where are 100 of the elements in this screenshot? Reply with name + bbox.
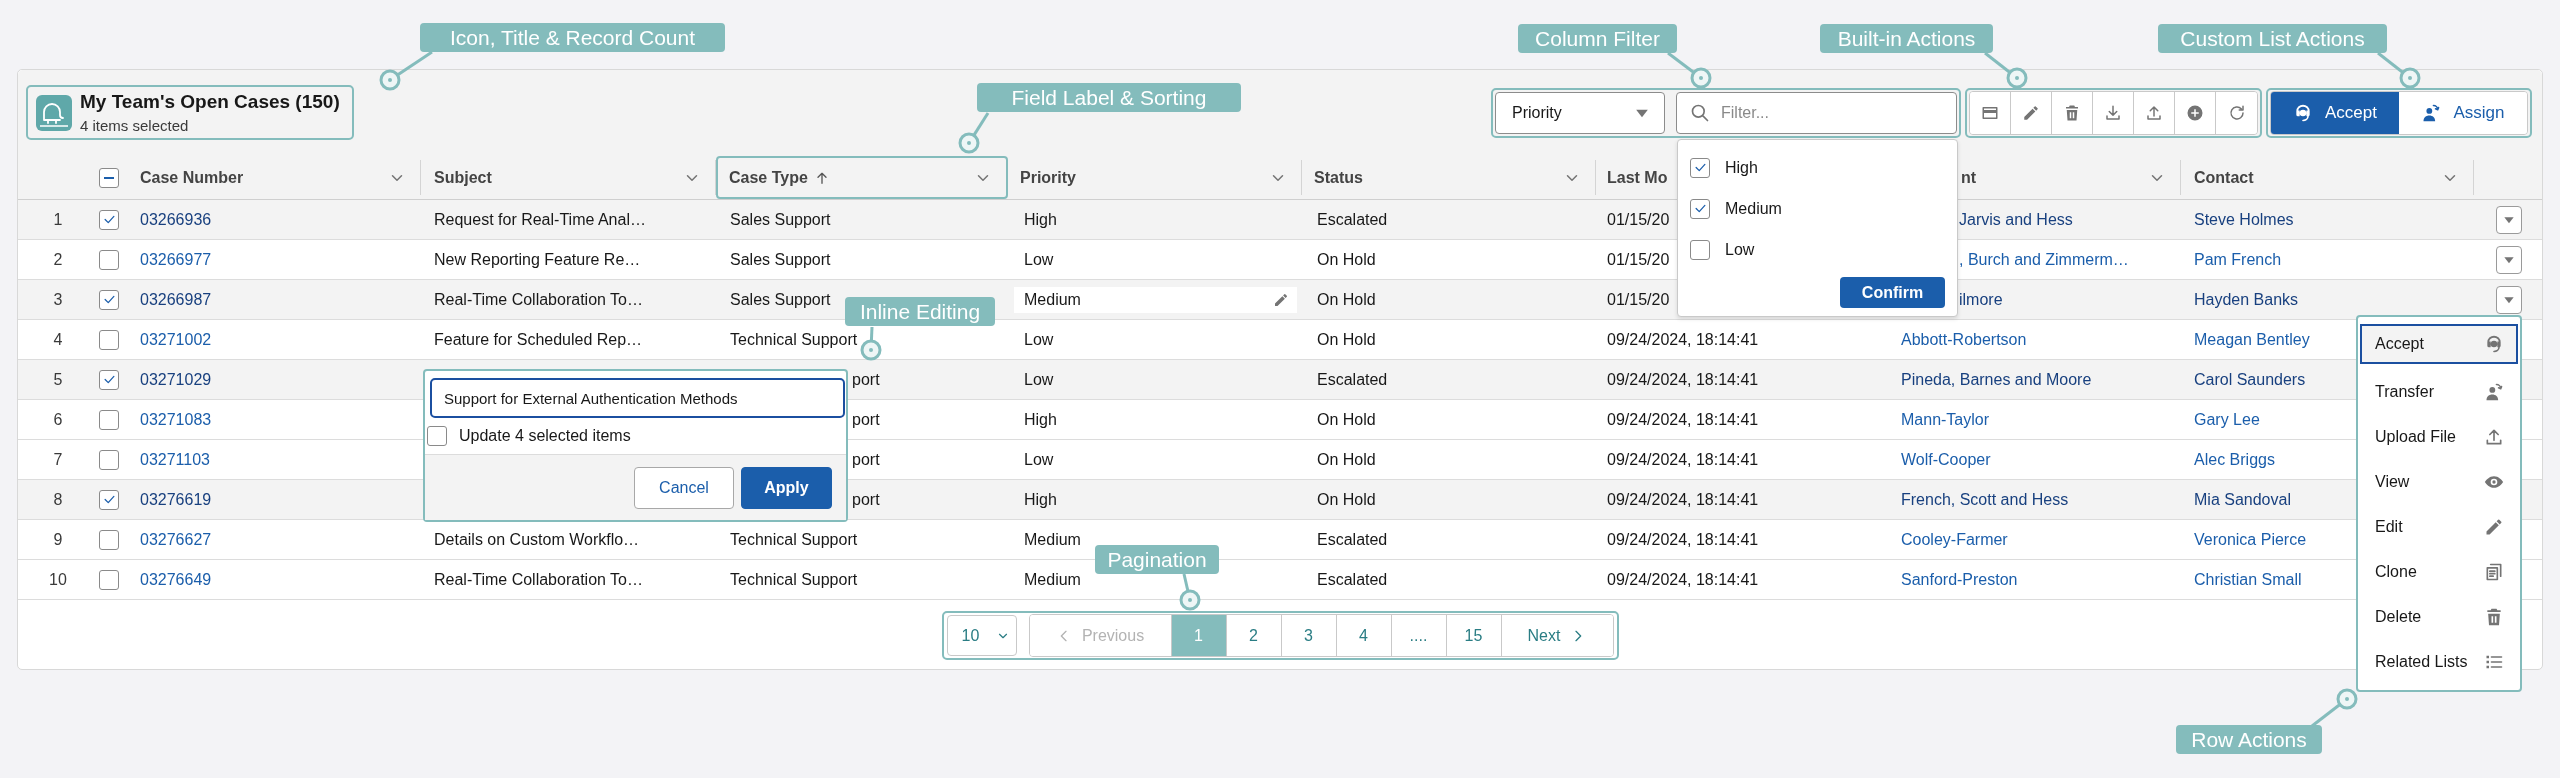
account-link[interactable]: Pineda, Barnes and Moore xyxy=(1901,370,2092,389)
contact-link[interactable]: Alec Briggs xyxy=(2194,450,2275,469)
confirm-button[interactable]: Confirm xyxy=(1840,277,1945,308)
column-header[interactable]: Priority xyxy=(1020,168,1076,187)
popover-button[interactable]: Apply xyxy=(741,466,832,509)
account-link[interactable]: , Burch and Zimmerm… xyxy=(1959,250,2129,269)
row-checkbox[interactable] xyxy=(99,489,119,510)
icon-button[interactable] xyxy=(2093,92,2134,134)
row-checkbox[interactable] xyxy=(99,449,119,470)
menu-item[interactable]: Related Lists xyxy=(2360,639,2518,684)
table-cell: New Reporting Feature Re… xyxy=(434,250,641,269)
account-link[interactable]: French, Scott and Hess xyxy=(1901,490,2069,509)
case-number-link[interactable]: 03271029 xyxy=(140,370,212,389)
list-action-button[interactable]: Assign xyxy=(2399,92,2527,134)
row-checkbox[interactable] xyxy=(99,249,119,270)
row-checkbox[interactable] xyxy=(99,209,119,230)
case-number-link[interactable]: 03276627 xyxy=(140,530,212,549)
editable-cell[interactable]: Medium xyxy=(1014,286,1297,313)
row-number: 4 xyxy=(53,330,63,349)
page-size-select[interactable]: 10 xyxy=(946,615,1017,656)
case-number-link[interactable]: 03266936 xyxy=(140,210,212,229)
case-number-link[interactable]: 03266977 xyxy=(140,250,212,269)
icon-button[interactable] xyxy=(2052,92,2093,134)
column-header[interactable]: Last Mo xyxy=(1607,168,1668,187)
table-cell: 01/15/20 xyxy=(1607,210,1670,229)
icon-button[interactable] xyxy=(2216,92,2257,134)
download-icon xyxy=(2104,104,2122,122)
menu-item[interactable]: Edit xyxy=(2360,504,2518,549)
callout-label: Built-in Actions xyxy=(1820,24,1993,53)
contact-link[interactable]: Veronica Pierce xyxy=(2194,530,2307,549)
column-header[interactable]: Status xyxy=(1314,168,1363,187)
account-link[interactable]: Jarvis and Hess xyxy=(1959,210,2073,229)
column-header[interactable]: Subject xyxy=(434,168,492,187)
account-link[interactable]: ilmore xyxy=(1959,290,2003,309)
option-checkbox[interactable] xyxy=(1690,239,1710,260)
icon-button[interactable] xyxy=(2134,92,2175,134)
checkbox-label[interactable]: Update 4 selected items xyxy=(459,427,631,445)
icon-button[interactable] xyxy=(2011,92,2052,134)
table-cell: On Hold xyxy=(1317,490,1376,509)
option-label[interactable]: High xyxy=(1725,158,1758,177)
menu-item[interactable]: Upload File xyxy=(2360,414,2518,459)
menu-item[interactable]: View xyxy=(2360,459,2518,504)
case-number-link[interactable]: 03276619 xyxy=(140,490,212,509)
table-cell: 01/15/20 xyxy=(1607,290,1670,309)
list-action-button[interactable]: Accept xyxy=(2271,92,2399,134)
row-action-button[interactable] xyxy=(2496,205,2522,234)
contact-link[interactable]: Hayden Banks xyxy=(2194,290,2299,309)
table-cell: Technical Support xyxy=(730,330,858,349)
contact-link[interactable]: Gary Lee xyxy=(2194,410,2260,429)
column-header[interactable]: nt xyxy=(1961,168,1977,187)
row-action-button[interactable] xyxy=(2496,285,2522,314)
contact-link[interactable]: Mia Sandoval xyxy=(2194,490,2291,509)
table-cell: Technical Support xyxy=(730,530,858,549)
icon-button[interactable] xyxy=(1970,92,2011,134)
row-checkbox[interactable] xyxy=(99,569,119,590)
account-link[interactable]: Wolf-Cooper xyxy=(1901,450,1991,469)
callout-label: Column Filter xyxy=(1518,24,1677,53)
row-action-button[interactable] xyxy=(2496,245,2522,274)
column-header[interactable]: Case Number xyxy=(140,168,244,187)
row-checkbox[interactable] xyxy=(99,529,119,550)
case-number-link[interactable]: 03266987 xyxy=(140,290,212,309)
update-checkbox[interactable] xyxy=(427,426,447,446)
column-header[interactable]: Case Type xyxy=(729,168,808,187)
case-number-link[interactable]: 03271002 xyxy=(140,330,212,349)
account-link[interactable]: Abbott-Robertson xyxy=(1901,330,2027,349)
column-header[interactable]: Contact xyxy=(2194,168,2254,187)
next-button[interactable]: Next xyxy=(1500,615,1613,656)
pencil-icon[interactable] xyxy=(1273,291,1289,308)
case-number-link[interactable]: 03271083 xyxy=(140,410,212,429)
subject-input-field[interactable]: Support for External Authentication Methods xyxy=(430,378,845,418)
option-label[interactable]: Medium xyxy=(1725,199,1782,218)
account-link[interactable]: Sanford-Preston xyxy=(1901,570,2018,589)
row-checkbox[interactable] xyxy=(99,409,119,430)
row-checkbox[interactable] xyxy=(99,289,119,310)
table-cell: Feature for Scheduled Rep… xyxy=(434,330,643,349)
contact-link[interactable]: Meagan Bentley xyxy=(2194,330,2310,349)
popover-button[interactable]: Cancel xyxy=(634,466,734,509)
row-checkbox[interactable] xyxy=(99,369,119,390)
contact-link[interactable]: Carol Saunders xyxy=(2194,370,2306,389)
contact-link[interactable]: Steve Holmes xyxy=(2194,210,2294,229)
menu-item[interactable]: Delete xyxy=(2360,594,2518,639)
row-checkbox[interactable] xyxy=(99,329,119,350)
case-number-link[interactable]: 03276649 xyxy=(140,570,212,589)
filter-field[interactable]: Filter... xyxy=(1676,92,1957,134)
column-select[interactable]: Priority xyxy=(1495,92,1665,134)
select-all-checkbox[interactable] xyxy=(99,167,119,188)
contact-link[interactable]: Pam French xyxy=(2194,250,2282,269)
menu-item[interactable]: Transfer xyxy=(2360,369,2518,414)
case-number-link[interactable]: 03271103 xyxy=(140,450,210,469)
table-cell: Escalated xyxy=(1317,570,1388,589)
table-cell: 09/24/2024, 18:14:41 xyxy=(1607,490,1759,509)
contact-link[interactable]: Christian Small xyxy=(2194,570,2302,589)
option-label[interactable]: Low xyxy=(1725,240,1755,259)
option-checkbox[interactable] xyxy=(1690,198,1710,219)
option-checkbox[interactable] xyxy=(1690,157,1710,178)
menu-item[interactable]: Accept xyxy=(2360,324,2518,364)
menu-item[interactable]: Clone xyxy=(2360,549,2518,594)
icon-button[interactable] xyxy=(2175,92,2216,134)
account-link[interactable]: Mann-Taylor xyxy=(1901,410,1990,429)
account-link[interactable]: Cooley-Farmer xyxy=(1901,530,2008,549)
